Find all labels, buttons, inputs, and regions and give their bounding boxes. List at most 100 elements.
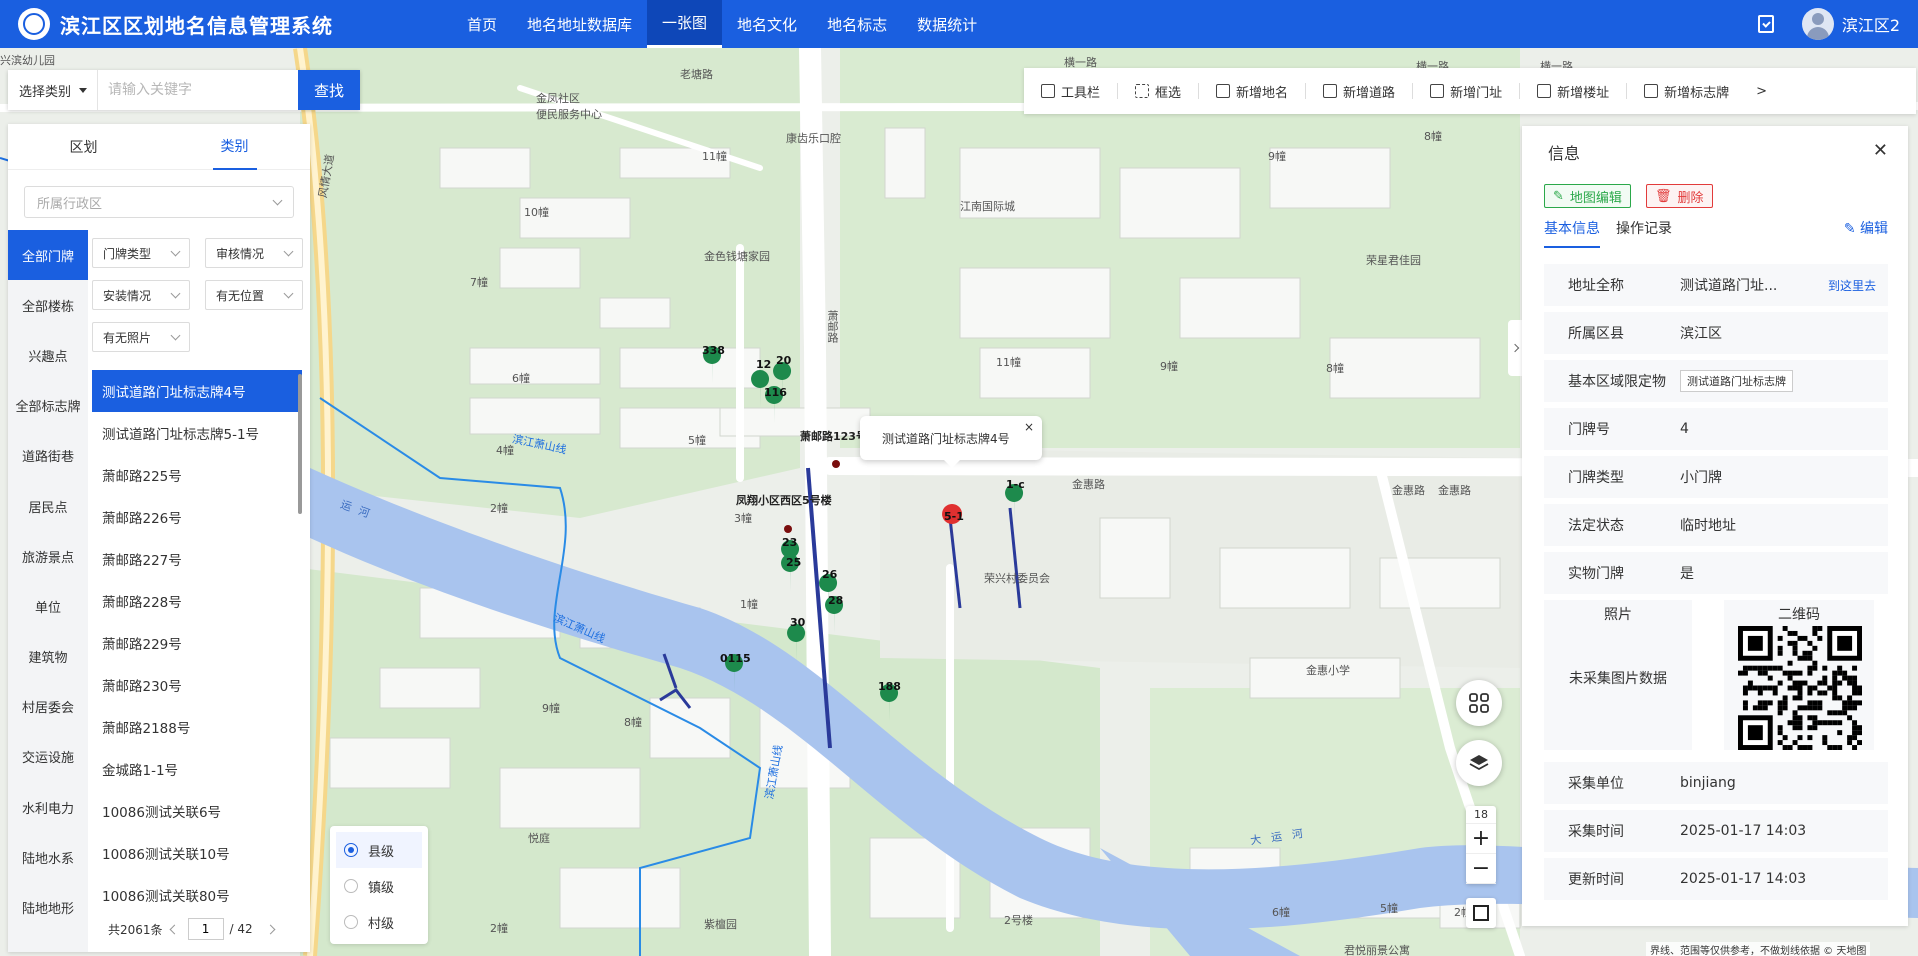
delete-button[interactable]: 🗑 删除 <box>1646 184 1713 208</box>
add-place-name-button[interactable]: 新增地名 <box>1199 68 1305 114</box>
search-input[interactable] <box>98 70 298 110</box>
list-item[interactable]: 萧邮路228号 <box>92 580 302 622</box>
category-item[interactable]: 陆地地形 <box>8 882 88 932</box>
marker-label[interactable]: 338 <box>702 344 725 357</box>
marker-label[interactable]: 20 <box>776 354 791 367</box>
toolbar-label: 新增地名 <box>1236 85 1289 101</box>
info-title: 信息 <box>1548 144 1581 163</box>
marker-label[interactable]: 23 <box>782 536 797 549</box>
marker-label[interactable]: 12 <box>756 358 771 371</box>
radio-town[interactable]: 镇级 <box>336 868 422 904</box>
category-item[interactable]: 居民点 <box>8 481 88 531</box>
tab-basic-info[interactable]: 基本信息 <box>1544 218 1600 248</box>
marker-label[interactable]: 30 <box>790 616 805 629</box>
close-icon[interactable]: ✕ <box>1873 140 1888 161</box>
list-item[interactable]: 金城路1-1号 <box>92 748 302 790</box>
category-item[interactable]: 旅游景点 <box>8 531 88 581</box>
filter-has-photo[interactable]: 有无照片 <box>92 322 190 352</box>
radio-village[interactable]: 村级 <box>336 904 422 940</box>
filter-plate-type[interactable]: 门牌类型 <box>92 238 190 268</box>
list-item[interactable]: 测试道路门址标志牌4号 <box>92 370 302 412</box>
filter-install-status[interactable]: 安装情况 <box>92 280 190 310</box>
filter-has-location[interactable]: 有无位置 <box>205 280 303 310</box>
add-sign-button[interactable]: 新增标志牌 <box>1627 68 1746 114</box>
fullscreen-button[interactable] <box>1466 898 1496 928</box>
edit-button[interactable]: ✎ 编辑 <box>1844 218 1888 248</box>
list-item[interactable]: 萧邮路227号 <box>92 538 302 580</box>
popup-close-icon[interactable]: × <box>1024 420 1034 434</box>
page-input[interactable] <box>187 918 224 940</box>
region-select[interactable]: 所属行政区 <box>24 186 294 218</box>
nav-address-db[interactable]: 地名地址数据库 <box>512 0 647 48</box>
zoom-out-button[interactable]: − <box>1466 854 1496 884</box>
tab-operation-log[interactable]: 操作记录 <box>1616 218 1672 248</box>
category-item[interactable]: 建筑物 <box>8 632 88 682</box>
category-item[interactable]: 交运设施 <box>8 732 88 782</box>
category-item[interactable]: 兴趣点 <box>8 330 88 380</box>
map-label: 金惠路 <box>1072 478 1105 491</box>
marker-label[interactable]: 188 <box>878 680 901 693</box>
avatar[interactable] <box>1801 8 1834 40</box>
category-item[interactable]: 单位 <box>8 581 88 631</box>
category-item[interactable]: 水利电力 <box>8 782 88 832</box>
category-item[interactable]: 陆地水系 <box>8 832 88 882</box>
box-select-button[interactable]: 框选 <box>1118 68 1198 114</box>
layers-button[interactable] <box>1456 740 1502 786</box>
filter-review-status[interactable]: 审核情况 <box>205 238 303 268</box>
category-item[interactable]: 全部门牌 <box>8 230 88 281</box>
next-page-icon[interactable] <box>265 924 276 934</box>
qr-code-icon[interactable] <box>1738 626 1862 750</box>
task-clipboard-icon[interactable] <box>1757 15 1774 33</box>
marker-label[interactable]: 5-1 <box>944 510 964 523</box>
add-door-address-button[interactable]: 新增门址 <box>1413 68 1519 114</box>
list-item[interactable]: 萧邮路229号 <box>92 622 302 664</box>
marker-label[interactable]: 1-c <box>1006 478 1025 491</box>
nav-statistics[interactable]: 数据统计 <box>902 0 992 48</box>
map-label: 11幢 <box>996 356 1021 369</box>
radio-county[interactable]: 县级 <box>336 832 422 868</box>
category-item[interactable]: 全部标志牌 <box>8 381 88 431</box>
nav-one-map[interactable]: 一张图 <box>647 0 723 48</box>
tab-category[interactable]: 类别 <box>159 124 310 170</box>
search-button[interactable]: 查找 <box>298 70 360 110</box>
list-item[interactable]: 10086测试关联80号 <box>92 874 302 916</box>
nav-place-signs[interactable]: 地名标志 <box>812 0 902 48</box>
marker-label[interactable]: 28 <box>828 594 843 607</box>
field-key: 采集时间 <box>1568 824 1624 840</box>
list-item[interactable]: 10086测试关联6号 <box>92 790 302 832</box>
navigate-here-link[interactable]: 到这里去 <box>1828 277 1876 294</box>
prev-page-icon[interactable] <box>169 924 179 934</box>
category-select[interactable]: 选择类别 <box>8 70 98 110</box>
category-item[interactable]: 道路街巷 <box>8 431 88 481</box>
marker-label[interactable]: 26 <box>822 568 837 581</box>
nav-place-culture[interactable]: 地名文化 <box>722 0 812 48</box>
grid-apps-button[interactable] <box>1456 680 1502 726</box>
list-scrollbar[interactable] <box>298 374 302 514</box>
toolbar-more-button[interactable]: > <box>1746 68 1777 114</box>
zoom-control: 18 + − <box>1466 806 1496 884</box>
tab-region[interactable]: 区划 <box>8 124 159 169</box>
map-label: 凤翔小区西区5号楼 <box>736 494 832 507</box>
list-item[interactable]: 萧邮路2188号 <box>92 706 302 748</box>
marker-label[interactable]: 116 <box>764 386 787 399</box>
list-item[interactable]: 萧邮路225号 <box>92 454 302 496</box>
list-item[interactable]: 10086测试关联10号 <box>92 832 302 874</box>
marker-label[interactable]: 0115 <box>720 652 751 665</box>
list-item[interactable]: 萧邮路230号 <box>92 664 302 706</box>
map-edit-button[interactable]: ✎ 地图编辑 <box>1544 184 1631 208</box>
panel-collapse-handle[interactable] <box>1508 320 1522 376</box>
nav-home[interactable]: 首页 <box>452 0 512 48</box>
username[interactable]: 滨江区2 <box>1842 12 1900 36</box>
chevron-down-icon <box>170 330 181 341</box>
add-building-address-button[interactable]: 新增楼址 <box>1520 68 1626 114</box>
list-item[interactable]: 萧邮路226号 <box>92 496 302 538</box>
add-road-button[interactable]: 新增道路 <box>1306 68 1412 114</box>
category-item[interactable]: 村居委会 <box>8 682 88 732</box>
list-item[interactable]: 测试道路门址标志牌5-1号 <box>92 412 302 454</box>
chevron-down-icon <box>283 246 294 257</box>
toolbox-button[interactable]: 工具栏 <box>1024 68 1117 114</box>
marker-label[interactable]: 25 <box>786 556 801 569</box>
category-item[interactable]: 全部楼栋 <box>8 280 88 330</box>
zoom-in-button[interactable]: + <box>1466 824 1496 854</box>
field-value: 4 <box>1680 421 1689 437</box>
